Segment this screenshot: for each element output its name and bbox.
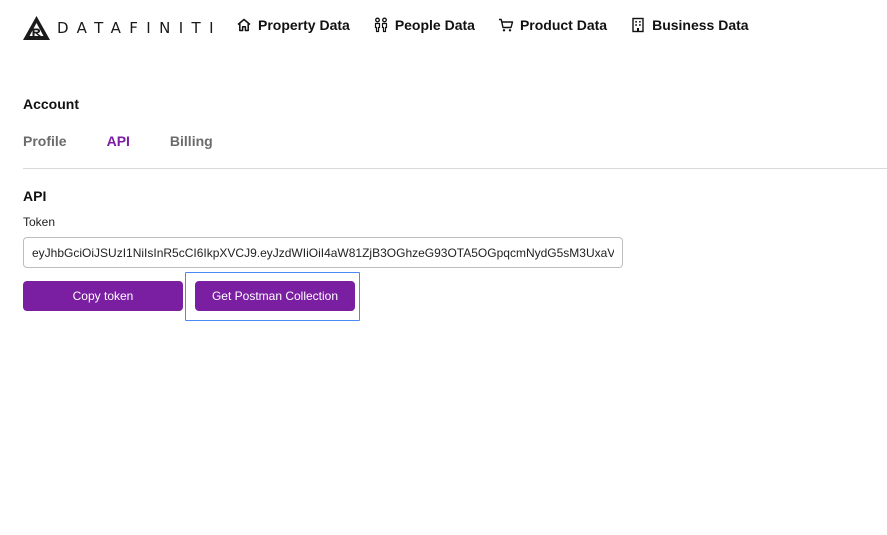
get-postman-collection-button[interactable]: Get Postman Collection	[195, 281, 355, 311]
nav-item-people-data[interactable]: People Data	[373, 17, 475, 33]
datafiniti-logo-icon	[23, 16, 50, 40]
tab-profile[interactable]: Profile	[23, 133, 67, 149]
nav-label: Property Data	[258, 17, 350, 33]
brand-logo[interactable]: DATAFINITI	[23, 16, 222, 40]
token-label: Token	[23, 215, 56, 229]
token-input[interactable]	[23, 237, 623, 268]
copy-token-button[interactable]: Copy token	[23, 281, 183, 311]
account-tabs: Profile API Billing	[23, 133, 253, 149]
nav-label: Business Data	[652, 17, 749, 33]
section-title: API	[23, 188, 47, 204]
tabs-divider	[23, 168, 887, 169]
nav-label: People Data	[394, 17, 475, 33]
tab-billing[interactable]: Billing	[170, 133, 213, 149]
page-title: Account	[23, 96, 79, 112]
nav-label: Product Data	[519, 17, 608, 33]
nav-item-property-data[interactable]: Property Data	[236, 17, 350, 33]
brand-name: DATAFINITI	[57, 19, 222, 37]
nav-item-business-data[interactable]: Business Data	[630, 17, 749, 33]
main-nav: Property Data People Data Product Data B…	[236, 17, 772, 33]
home-icon	[237, 18, 251, 32]
top-header: DATAFINITI Property Data People Data Pro…	[0, 0, 887, 56]
tab-api[interactable]: API	[107, 133, 130, 149]
nav-item-product-data[interactable]: Product Data	[498, 17, 607, 33]
cart-icon	[498, 18, 514, 32]
people-icon	[374, 17, 387, 33]
building-icon	[632, 17, 644, 33]
